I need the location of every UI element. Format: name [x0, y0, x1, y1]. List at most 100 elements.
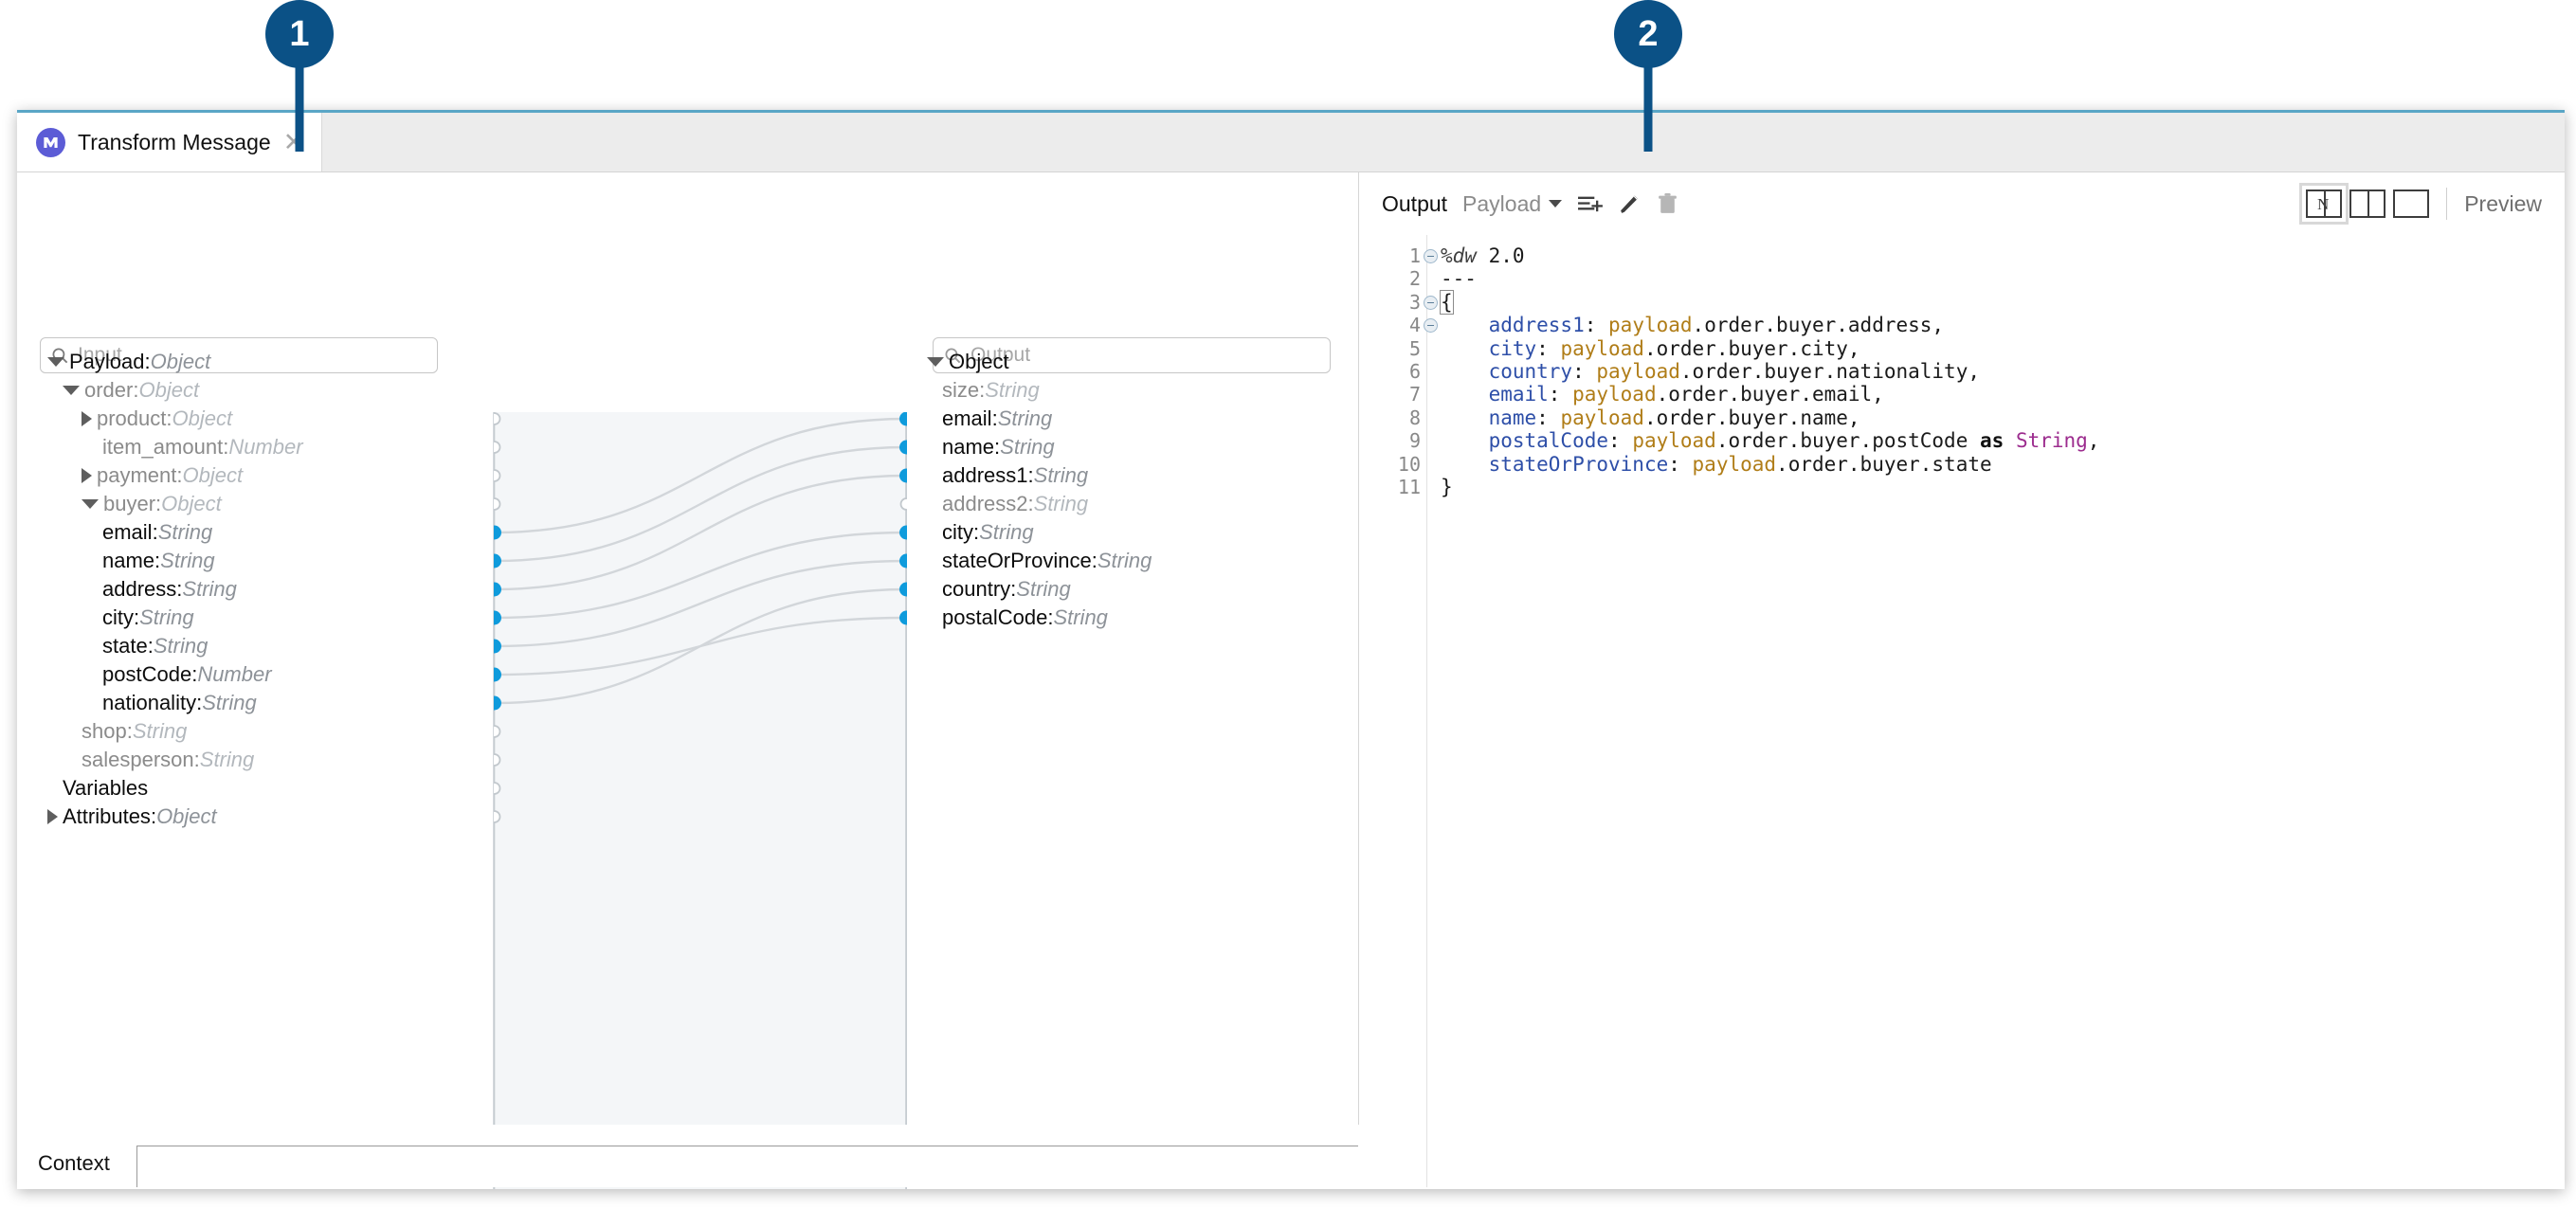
- tree-row[interactable]: name : String: [102, 547, 215, 575]
- tree-row[interactable]: state : String: [102, 632, 208, 660]
- tree-row[interactable]: salesperson : String: [82, 746, 254, 774]
- connector-dot-empty[interactable]: [494, 470, 500, 481]
- tree-row[interactable]: Attributes : Object: [47, 803, 217, 831]
- tree-row[interactable]: Payload : Object: [47, 348, 210, 376]
- connector-dot-empty[interactable]: [494, 442, 500, 453]
- tree-row[interactable]: address : String: [102, 575, 237, 604]
- tree-row-type: Number: [228, 435, 302, 460]
- code-content[interactable]: %dw 2.0---{ address1: payload.order.buye…: [1427, 235, 2565, 1187]
- code-line[interactable]: email: payload.order.buyer.email,: [1441, 383, 2565, 406]
- add-list-item-icon[interactable]: [1577, 193, 1603, 215]
- mapping-link[interactable]: [495, 532, 907, 618]
- view-two-pane-icon[interactable]: [2349, 189, 2386, 218]
- pencil-icon[interactable]: [1618, 192, 1642, 216]
- code-line[interactable]: ---: [1441, 267, 2565, 290]
- tree-row[interactable]: payment : Object: [82, 461, 243, 490]
- tree-row[interactable]: shop : String: [82, 717, 187, 746]
- mapping-link[interactable]: [495, 419, 907, 532]
- tree-row[interactable]: address1 : String: [942, 461, 1088, 490]
- tree-row[interactable]: Variables: [63, 774, 148, 803]
- tree-row[interactable]: nationality : String: [102, 689, 257, 717]
- output-target-select[interactable]: Payload: [1462, 191, 1562, 217]
- code-token: .order.buyer.city,: [1644, 337, 1860, 360]
- connector-dot-active[interactable]: [899, 412, 907, 426]
- tree-row[interactable]: country : String: [942, 575, 1071, 604]
- chevron-down-icon[interactable]: [47, 357, 64, 367]
- output-tree: Objectsize : Stringemail : Stringname : …: [919, 172, 1355, 1187]
- connector-dot-empty[interactable]: [494, 811, 500, 822]
- trash-icon[interactable]: [1657, 192, 1678, 216]
- mapping-canvas[interactable]: [493, 412, 906, 1189]
- connector-dot-active[interactable]: [899, 611, 907, 625]
- code-line[interactable]: stateOrProvince: payload.order.buyer.sta…: [1441, 453, 2565, 476]
- connector-dot-empty[interactable]: [494, 783, 500, 794]
- tree-row[interactable]: order : Object: [63, 376, 199, 405]
- tree-row[interactable]: buyer : Object: [82, 490, 222, 518]
- view-one-pane-icon[interactable]: [2393, 189, 2429, 218]
- preview-button[interactable]: Preview: [2464, 191, 2542, 217]
- tree-row[interactable]: postalCode : String: [942, 604, 1108, 632]
- tab-context[interactable]: Context: [38, 1151, 110, 1176]
- chevron-right-icon[interactable]: [82, 411, 92, 426]
- chevron-down-icon[interactable]: [63, 386, 80, 395]
- code-line[interactable]: {: [1441, 291, 2565, 314]
- tree-row[interactable]: name : String: [942, 433, 1055, 461]
- code-line[interactable]: name: payload.order.buyer.name,: [1441, 406, 2565, 429]
- tree-row[interactable]: stateOrProvince : String: [942, 547, 1152, 575]
- chevron-down-icon[interactable]: [927, 357, 944, 367]
- input-tree: Payload : Objectorder : Objectproduct : …: [40, 172, 485, 1187]
- connector-dot-active[interactable]: [494, 611, 501, 625]
- chevron-right-icon[interactable]: [47, 809, 58, 824]
- tree-row[interactable]: city : String: [102, 604, 194, 632]
- chevron-right-icon[interactable]: [82, 468, 92, 483]
- mapping-link[interactable]: [495, 447, 907, 561]
- tree-row[interactable]: item_amount : Number: [102, 433, 303, 461]
- view-source-and-preview-icon[interactable]: N: [2306, 189, 2342, 218]
- connector-dot-active[interactable]: [899, 583, 907, 597]
- tree-row[interactable]: email : String: [102, 518, 212, 547]
- code-line[interactable]: }: [1441, 476, 2565, 498]
- code-line[interactable]: city: payload.order.buyer.city,: [1441, 337, 2565, 360]
- connector-dot-active[interactable]: [494, 696, 501, 711]
- code-line[interactable]: address1: payload.order.buyer.address,: [1441, 314, 2565, 336]
- connector-dot-active[interactable]: [899, 469, 907, 483]
- window-titlebar: Transform Message ✕: [17, 113, 2565, 172]
- tab-transform-message[interactable]: Transform Message ✕: [17, 113, 322, 171]
- tree-row[interactable]: size : String: [942, 376, 1040, 405]
- connector-dot-active[interactable]: [494, 640, 501, 654]
- mapping-link[interactable]: [495, 476, 907, 589]
- mapping-link[interactable]: [495, 561, 907, 646]
- chevron-down-icon[interactable]: [82, 499, 99, 509]
- connector-dot-active[interactable]: [494, 526, 501, 540]
- connector-dot-empty[interactable]: [494, 498, 500, 510]
- svg-text:N: N: [2317, 195, 2329, 213]
- code-line[interactable]: country: payload.order.buyer.nationality…: [1441, 360, 2565, 383]
- code-fold-icon[interactable]: [1424, 249, 1438, 263]
- connector-dot-active[interactable]: [494, 583, 501, 597]
- code-line[interactable]: postalCode: payload.order.buyer.postCode…: [1441, 429, 2565, 452]
- code-line[interactable]: %dw 2.0: [1441, 244, 2565, 267]
- code-fold-icon[interactable]: [1424, 296, 1438, 310]
- connector-dot-empty[interactable]: [901, 498, 908, 510]
- tree-row-type: Object: [156, 804, 217, 829]
- context-tab-edge: [136, 1146, 137, 1187]
- line-number: 2: [1359, 267, 1426, 290]
- tree-row[interactable]: postCode : Number: [102, 660, 272, 689]
- mapping-link[interactable]: [495, 589, 907, 703]
- tree-row-type: String: [1034, 492, 1088, 516]
- connector-dot-empty[interactable]: [494, 413, 500, 424]
- line-number: 3: [1359, 291, 1426, 314]
- tree-row[interactable]: city : String: [942, 518, 1034, 547]
- connector-dot-active[interactable]: [494, 554, 501, 568]
- connector-dot-empty[interactable]: [494, 754, 500, 766]
- connector-dot-active[interactable]: [899, 441, 907, 455]
- connector-dot-empty[interactable]: [494, 726, 500, 737]
- connector-dot-active[interactable]: [899, 554, 907, 568]
- connector-dot-active[interactable]: [494, 668, 501, 682]
- connector-dot-active[interactable]: [899, 526, 907, 540]
- code-editor[interactable]: 1234567891011 %dw 2.0---{ address1: payl…: [1359, 235, 2565, 1187]
- tree-row[interactable]: product : Object: [82, 405, 232, 433]
- tree-row[interactable]: Object: [927, 348, 1009, 376]
- tree-row[interactable]: address2 : String: [942, 490, 1088, 518]
- tree-row[interactable]: email : String: [942, 405, 1052, 433]
